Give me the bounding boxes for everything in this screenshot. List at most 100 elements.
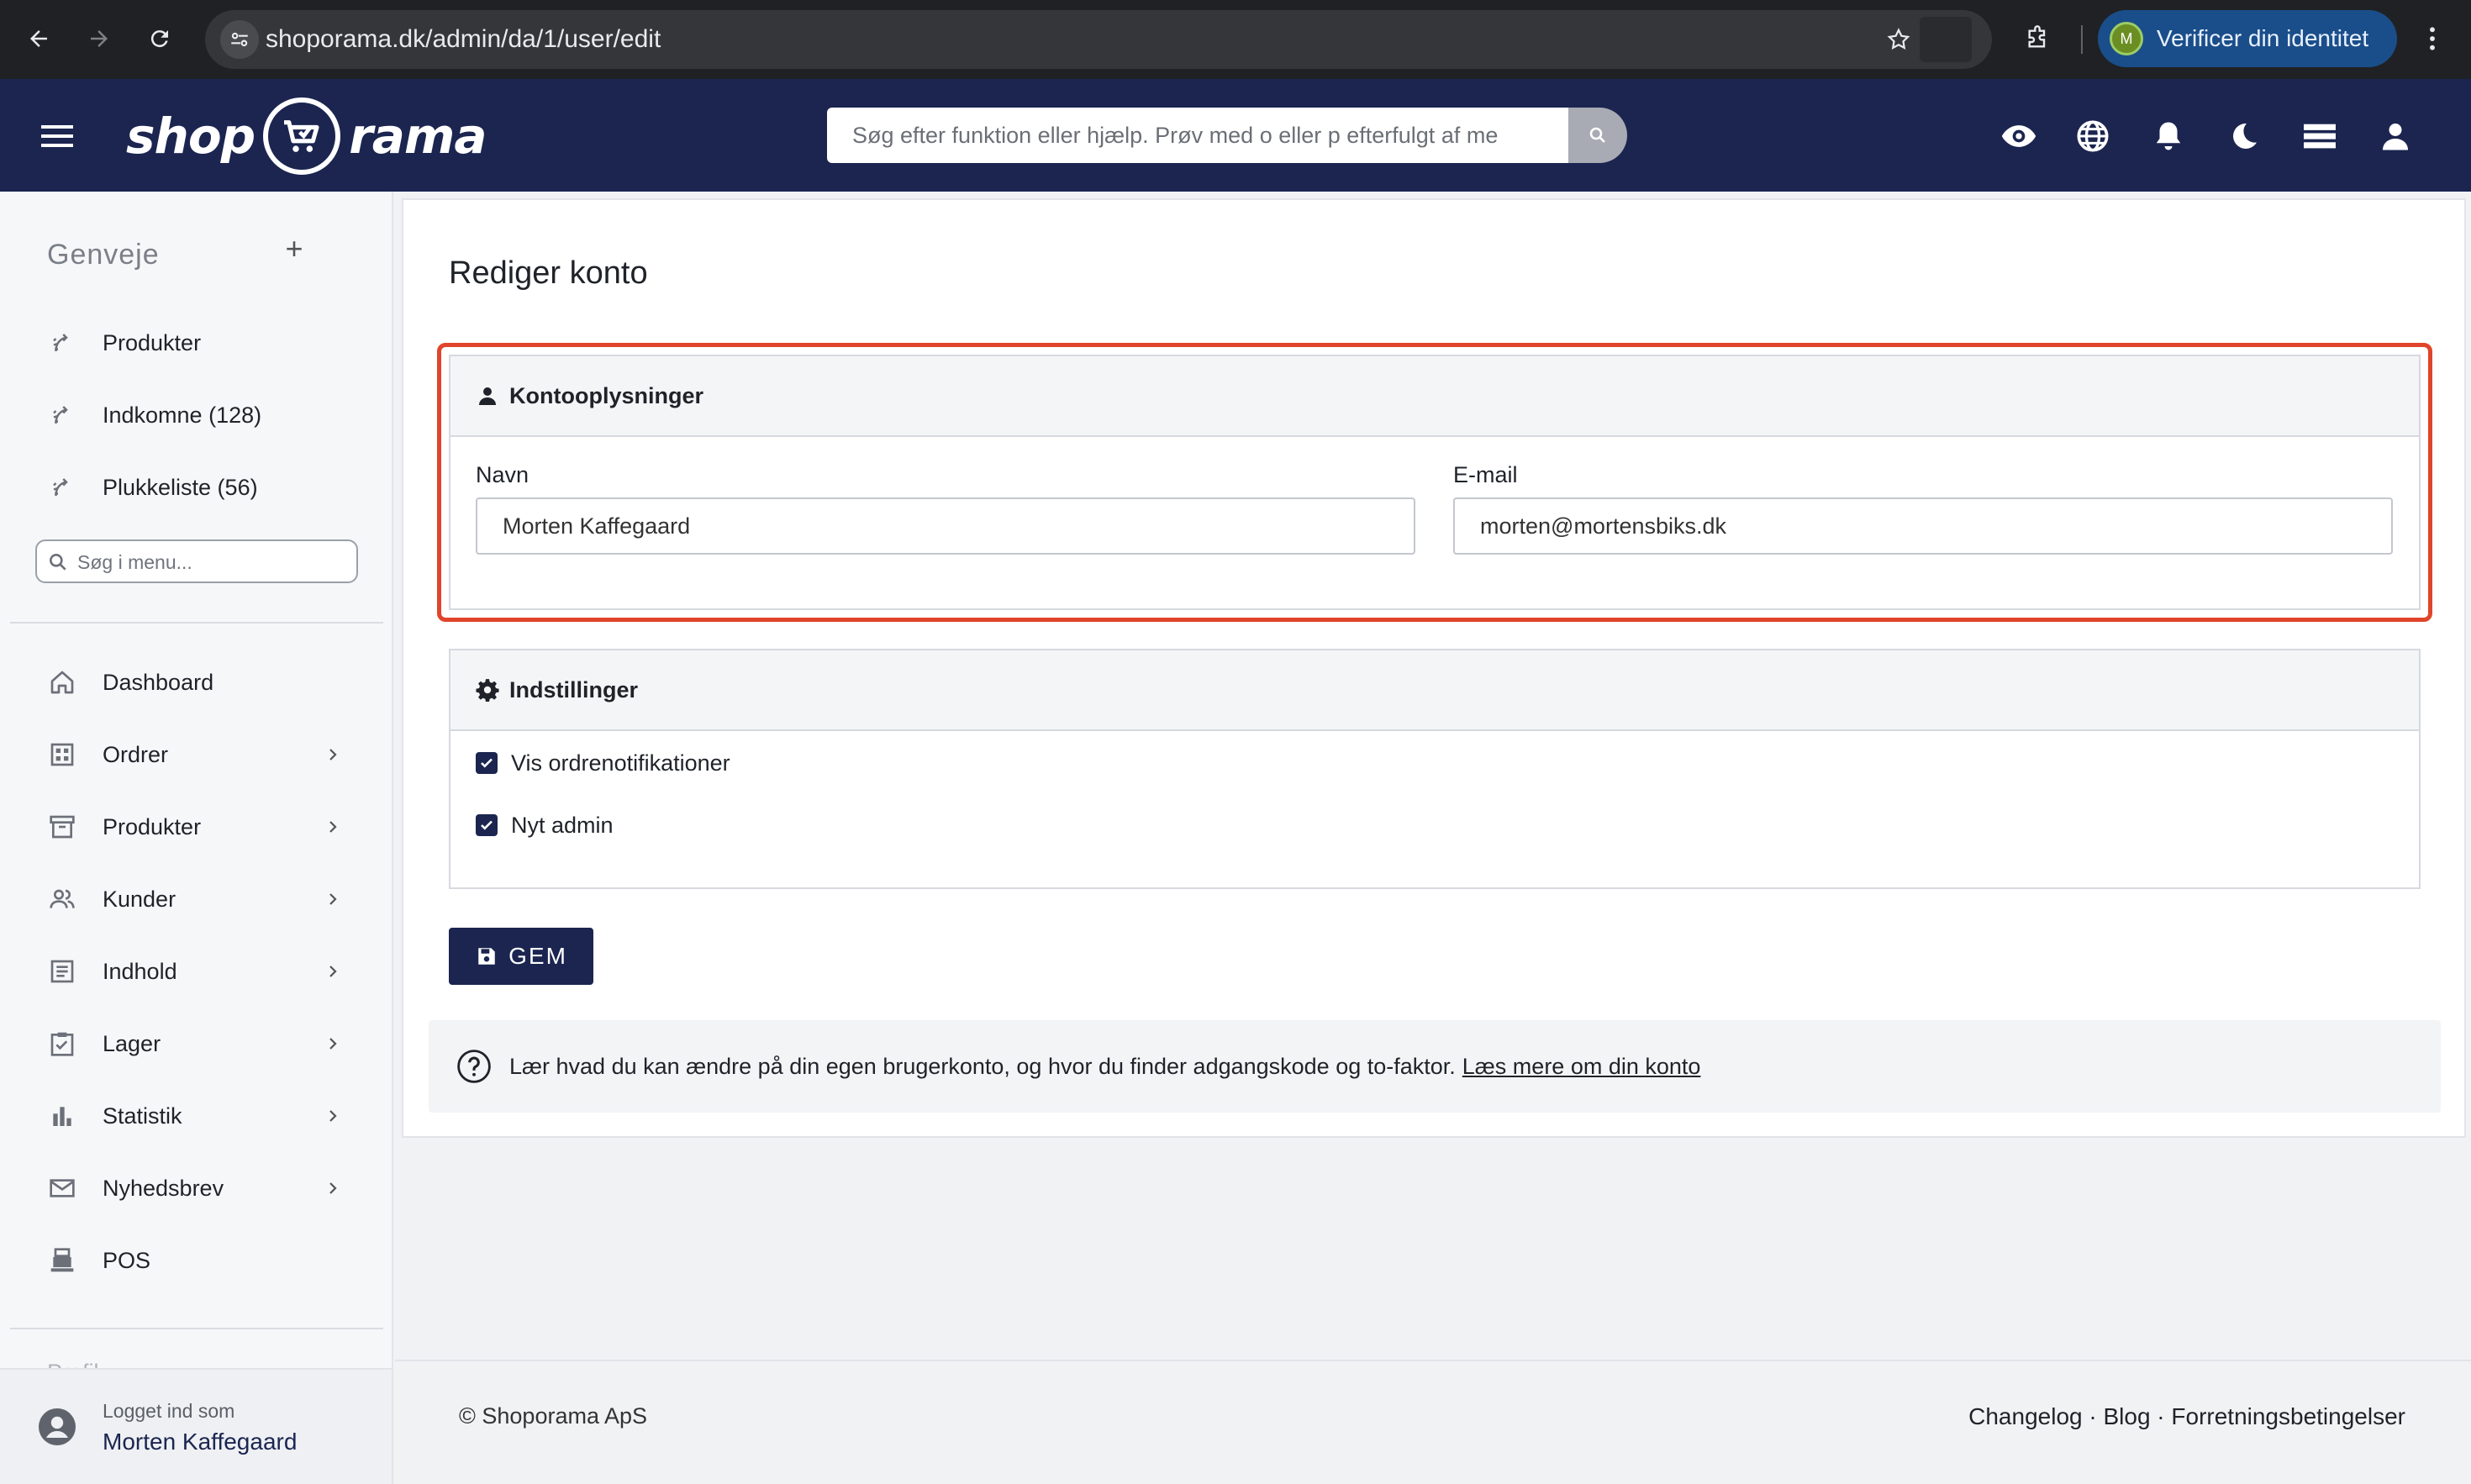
- sidebar-item-dashboard[interactable]: Dashboard: [44, 659, 355, 706]
- floppy-disk-icon: [475, 945, 498, 968]
- help-info-box: Lær hvad du kan ændre på din egen bruger…: [429, 1020, 2441, 1113]
- save-button[interactable]: GEM: [449, 928, 593, 985]
- order-notifications-option[interactable]: Vis ordrenotifikationer: [476, 746, 730, 780]
- email-label: E-mail: [1453, 462, 1518, 487]
- browser-chrome: shoporama.dk/admin/da/1/user/edit M Veri…: [0, 0, 2471, 79]
- sidebar-item-label: Dashboard: [103, 669, 214, 695]
- app-header: shop rama: [0, 79, 2471, 192]
- new-admin-option[interactable]: Nyt admin: [476, 808, 614, 842]
- list-icon[interactable]: [2300, 116, 2340, 156]
- sidebar-item-label: Lager: [103, 1030, 161, 1056]
- sidebar-item-kunder[interactable]: Kunder: [44, 876, 355, 923]
- shortcut-plukkeliste[interactable]: Plukkeliste (56): [44, 464, 355, 511]
- shortcut-produkter[interactable]: Produkter: [44, 319, 355, 366]
- order-notifications-label: Vis ordrenotifikationer: [511, 750, 730, 776]
- chevron-right-icon: [319, 1030, 346, 1057]
- chevron-right-icon: [319, 1175, 346, 1202]
- gear-icon: [476, 678, 499, 702]
- logged-in-label: Logget ind som: [103, 1400, 235, 1422]
- help-text: Lær hvad du kan ændre på din egen bruger…: [509, 1053, 1456, 1079]
- sidebar-item-label: Kunder: [103, 886, 176, 912]
- logged-in-name[interactable]: Morten Kaffegaard: [103, 1429, 297, 1455]
- sidebar-item-label: Indhold: [103, 958, 177, 984]
- page-title: Rediger konto: [449, 255, 648, 291]
- search-icon: [50, 554, 66, 571]
- footer-links[interactable]: Changelog · Blog · Forretningsbetingelse…: [1968, 1403, 2405, 1430]
- settings-heading: Indstillinger: [509, 676, 639, 703]
- register-icon: [44, 1242, 81, 1279]
- toolbar-divider: [2081, 25, 2083, 54]
- reload-icon[interactable]: [140, 18, 180, 59]
- sidebar-item-label: Produkter: [103, 813, 202, 839]
- site-settings-icon[interactable]: [220, 20, 259, 59]
- settings-header: Indstillinger: [450, 650, 2419, 731]
- shopping-cart-icon: [263, 97, 341, 175]
- search-button[interactable]: [1568, 108, 1627, 163]
- extension-slot: [1920, 17, 1972, 62]
- globe-icon[interactable]: [2073, 116, 2113, 156]
- browser-menu-icon[interactable]: [2417, 18, 2447, 59]
- edit-account-card: Rediger konto Kontooplysninger Navn E-ma…: [402, 198, 2466, 1138]
- new-admin-label: Nyt admin: [511, 812, 614, 838]
- shortcut-label: Plukkeliste (56): [103, 474, 258, 500]
- chevron-right-icon: [319, 958, 346, 985]
- add-shortcut-button[interactable]: +: [277, 231, 311, 266]
- person-icon[interactable]: [2375, 116, 2416, 156]
- hamburger-menu-icon[interactable]: [37, 116, 77, 156]
- account-info-header: Kontooplysninger: [450, 356, 2419, 437]
- chevron-right-icon: [319, 1102, 346, 1129]
- email-field[interactable]: [1453, 497, 2393, 555]
- order-notifications-checkbox[interactable]: [476, 752, 498, 774]
- sidebar-item-produkter[interactable]: Produkter: [44, 803, 355, 850]
- global-search-input[interactable]: [827, 108, 1572, 163]
- footer-copyright: © Shoporama ApS: [459, 1403, 648, 1429]
- moon-icon[interactable]: [2224, 116, 2264, 156]
- menu-search-input[interactable]: [77, 546, 346, 578]
- sidebar-item-lager[interactable]: Lager: [44, 1020, 355, 1067]
- logged-in-user: Logget ind som Morten Kaffegaard: [0, 1368, 392, 1484]
- name-label: Navn: [476, 462, 530, 487]
- shortcut-label: Indkomne (128): [103, 402, 262, 428]
- sidebar-item-label: Nyhedsbrev: [103, 1175, 224, 1201]
- archive-icon: [44, 808, 81, 845]
- bell-icon[interactable]: [2148, 116, 2189, 156]
- learn-more-link[interactable]: Læs mere om din konto: [1462, 1054, 1701, 1080]
- question-circle-icon: [456, 1048, 493, 1085]
- eye-icon[interactable]: [1999, 116, 2039, 156]
- new-admin-checkbox[interactable]: [476, 814, 498, 836]
- sidebar-item-ordrer[interactable]: Ordrer: [44, 731, 355, 778]
- sidebar-item-indhold[interactable]: Indhold: [44, 948, 355, 995]
- grid-icon: [44, 736, 81, 773]
- url-text[interactable]: shoporama.dk/admin/da/1/user/edit: [266, 25, 661, 54]
- sidebar-item-statistik[interactable]: Statistik: [44, 1092, 355, 1139]
- name-field[interactable]: [476, 497, 1415, 555]
- search-icon: [1589, 127, 1605, 143]
- sidebar-item-pos[interactable]: POS: [44, 1237, 355, 1284]
- document-icon: [44, 953, 81, 990]
- sidebar-item-nyhedsbrev[interactable]: Nyhedsbrev: [44, 1165, 355, 1212]
- save-label: GEM: [508, 943, 567, 969]
- verify-identity-button[interactable]: M Verificer din identitet: [2098, 10, 2397, 67]
- shortcut-indkomne[interactable]: Indkomne (128): [44, 392, 355, 439]
- bookmark-star-icon[interactable]: [1879, 20, 1918, 59]
- mail-icon: [44, 1170, 81, 1207]
- extensions-puzzle-icon[interactable]: [2017, 18, 2057, 59]
- account-info-panel: Kontooplysninger Navn E-mail: [449, 355, 2421, 610]
- logo-text-right: rama: [349, 108, 487, 165]
- shoporama-logo[interactable]: shop rama: [126, 96, 487, 176]
- forward-arrow-icon[interactable]: [79, 18, 119, 59]
- shortcuts-title: Genveje: [47, 239, 160, 271]
- shortcut-icon: [44, 469, 81, 506]
- menu-search: [35, 539, 358, 583]
- address-bar[interactable]: shoporama.dk/admin/da/1/user/edit: [205, 10, 1992, 69]
- settings-panel: Indstillinger Vis ordrenotifikationer Ny…: [449, 649, 2421, 889]
- sidebar-item-label: POS: [103, 1247, 151, 1273]
- back-arrow-icon[interactable]: [18, 18, 59, 59]
- sidebar-divider: [10, 1328, 383, 1329]
- verify-identity-label: Verificer din identitet: [2157, 25, 2369, 51]
- global-search: [827, 108, 1627, 163]
- footer: © Shoporama ApS Changelog · Blog · Forre…: [395, 1360, 2471, 1484]
- account-info-heading: Kontooplysninger: [509, 382, 703, 408]
- chevron-right-icon: [319, 813, 346, 840]
- shortcut-icon: [44, 324, 81, 361]
